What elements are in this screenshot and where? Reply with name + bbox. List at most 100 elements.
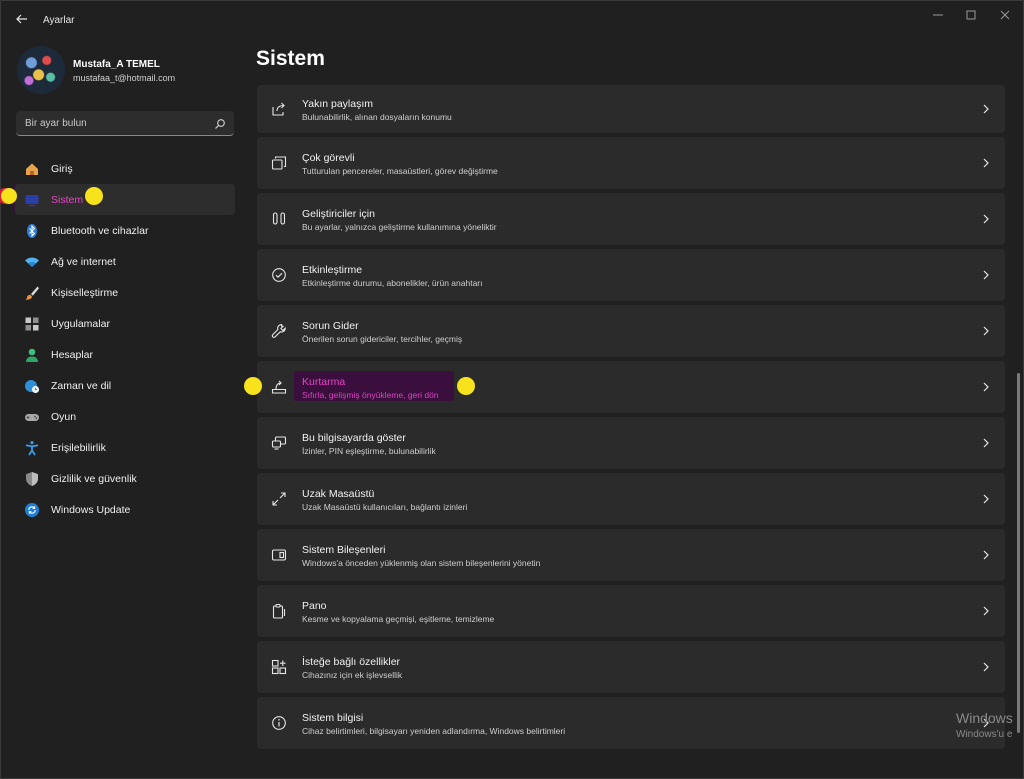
activation-watermark: Windows Windows'u e [956, 710, 1013, 740]
profile-name: Mustafa_A TEMEL [73, 59, 160, 70]
components-icon [269, 545, 289, 565]
optional-features-icon [269, 657, 289, 677]
watermark-line-2: Windows'u e [956, 729, 1013, 740]
back-arrow-icon[interactable] [13, 10, 31, 28]
gamepad-icon [23, 408, 41, 426]
update-icon [23, 501, 41, 519]
sidebar-item-label: Kişiselleştirme [51, 286, 119, 299]
recovery-icon [269, 377, 289, 397]
card-description: Windows'a önceden yüklenmiş olan sistem … [302, 558, 541, 568]
card-description: İzinler, PIN eşleştirme, bulunabilirlik [302, 446, 436, 456]
sidebar-item-label: Gizlilik ve güvenlik [51, 472, 137, 485]
sidebar-item-label: Erişilebilirlik [51, 441, 106, 454]
setting-card-for-developers[interactable]: Geliştiriciler için Bu ayarlar, yalnızca… [257, 193, 1005, 245]
sidebar-item-apps[interactable]: Uygulamalar [15, 308, 235, 339]
brush-icon [23, 284, 41, 302]
card-title: Yakın paylaşım [302, 98, 374, 110]
card-description: Cihazınız için ek işlevsellik [302, 670, 403, 680]
chevron-right-icon [981, 324, 991, 338]
chevron-right-icon [981, 156, 991, 170]
sidebar-item-sistem[interactable]: Sistem [15, 184, 235, 215]
close-button[interactable] [990, 7, 1020, 23]
bluetooth-icon [23, 222, 41, 240]
sidebar-item-network[interactable]: Ağ ve internet [15, 246, 235, 277]
remote-icon [269, 489, 289, 509]
person-icon [23, 346, 41, 364]
setting-card-activation[interactable]: Etkinleştirme Etkinleştirme durumu, abon… [257, 249, 1005, 301]
accessibility-icon [23, 439, 41, 457]
card-title: Sistem Bileşenleri [302, 544, 386, 556]
apps-icon [23, 315, 41, 333]
sidebar-nav: Giriş Sistem Bluetooth ve cihazlar Ağ ve… [15, 153, 235, 525]
annotation-marker [244, 377, 262, 395]
card-title: Çok görevli [302, 152, 355, 164]
check-circle-icon [269, 265, 289, 285]
window-title: Ayarlar [43, 15, 75, 26]
annotation-marker [1, 188, 17, 204]
multitask-icon [269, 153, 289, 173]
card-title: Bu bilgisayarda göster [302, 432, 406, 444]
card-title: Pano [302, 600, 327, 612]
card-description: Önerilen sorun gidericiler, tercihler, g… [302, 334, 463, 344]
clipboard-icon [269, 601, 289, 621]
chevron-right-icon [981, 604, 991, 618]
clock-globe-icon [23, 377, 41, 395]
setting-card-project-to-pc[interactable]: Bu bilgisayarda göster İzinler, PIN eşle… [257, 417, 1005, 469]
sidebar-item-label: Ağ ve internet [51, 255, 116, 268]
title-bar: Ayarlar [1, 1, 1024, 37]
card-description: Bulunabilirlik, alınan dosyaların konumu [302, 112, 452, 122]
sidebar-item-accounts[interactable]: Hesaplar [15, 339, 235, 370]
search-input[interactable]: Bir ayar bulun [16, 111, 234, 136]
project-icon [269, 433, 289, 453]
card-description: Cihaz belirtimleri, bilgisayarı yeniden … [302, 726, 566, 736]
chevron-right-icon [981, 380, 991, 394]
sidebar-item-windows-update[interactable]: Windows Update [15, 494, 235, 525]
sidebar-item-time-language[interactable]: Zaman ve dil [15, 370, 235, 401]
chevron-right-icon [981, 660, 991, 674]
sidebar-item-privacy[interactable]: Gizlilik ve güvenlik [15, 463, 235, 494]
card-description: Bu ayarlar, yalnızca geliştirme kullanım… [302, 222, 497, 232]
sidebar-item-label: Giriş [51, 162, 73, 175]
setting-card-troubleshoot[interactable]: Sorun Gider Önerilen sorun gidericiler, … [257, 305, 1005, 357]
sidebar-item-label: Bluetooth ve cihazlar [51, 224, 149, 237]
card-description: Sıfırla, gelişmiş önyükleme, geri dön [302, 390, 439, 400]
chevron-right-icon [981, 102, 991, 116]
card-description: Etkinleştirme durumu, abonelikler, ürün … [302, 278, 483, 288]
chevron-right-icon [981, 268, 991, 282]
chevron-right-icon [981, 548, 991, 562]
info-icon [269, 713, 289, 733]
share-icon [269, 99, 289, 119]
setting-card-optional-features[interactable]: İsteğe bağlı özellikler Cihazınız için e… [257, 641, 1005, 693]
card-description: Uzak Masaüstü kullanıcıları, bağlantı iz… [302, 502, 468, 512]
watermark-line-1: Windows [956, 710, 1013, 726]
minimize-button[interactable] [923, 7, 953, 23]
maximize-button[interactable] [956, 7, 986, 23]
sidebar-item-label: Uygulamalar [51, 317, 110, 330]
setting-card-recovery[interactable]: Kurtarma Sıfırla, gelişmiş önyükleme, ge… [257, 361, 1005, 413]
developer-icon [269, 209, 289, 229]
settings-window: Ayarlar Mustafa_A TEMEL mustafaa_t@hotma… [0, 0, 1024, 779]
user-profile[interactable]: Mustafa_A TEMEL mustafaa_t@hotmail.com [17, 46, 237, 94]
chevron-right-icon [981, 492, 991, 506]
sidebar-item-label: Windows Update [51, 503, 131, 516]
setting-card-clipboard[interactable]: Pano Kesme ve kopyalama geçmişi, eşitlem… [257, 585, 1005, 637]
search-icon [214, 117, 226, 129]
sidebar-item-accessibility[interactable]: Erişilebilirlik [15, 432, 235, 463]
sidebar-item-personalization[interactable]: Kişiselleştirme [15, 277, 235, 308]
scrollbar-thumb[interactable] [1017, 373, 1020, 733]
setting-card-system-components[interactable]: Sistem Bileşenleri Windows'a önceden yük… [257, 529, 1005, 581]
system-icon [23, 191, 41, 209]
home-icon [23, 160, 41, 178]
sidebar-item-label: Hesaplar [51, 348, 94, 361]
chevron-right-icon [981, 212, 991, 226]
setting-card-about[interactable]: Sistem bilgisi Cihaz belirtimleri, bilgi… [257, 697, 1005, 749]
card-title: Geliştiriciler için [302, 208, 375, 220]
setting-card-remote-desktop[interactable]: Uzak Masaüstü Uzak Masaüstü kullanıcılar… [257, 473, 1005, 525]
wifi-icon [23, 253, 41, 271]
setting-card-multitasking[interactable]: Çok görevli Tutturulan pencereler, masaü… [257, 137, 1005, 189]
sidebar-item-gaming[interactable]: Oyun [15, 401, 235, 432]
sidebar-item-giris[interactable]: Giriş [15, 153, 235, 184]
card-description: Kesme ve kopyalama geçmişi, eşitleme, te… [302, 614, 495, 624]
setting-card-nearby-sharing[interactable]: Yakın paylaşım Bulunabilirlik, alınan do… [257, 85, 1005, 133]
sidebar-item-bluetooth[interactable]: Bluetooth ve cihazlar [15, 215, 235, 246]
